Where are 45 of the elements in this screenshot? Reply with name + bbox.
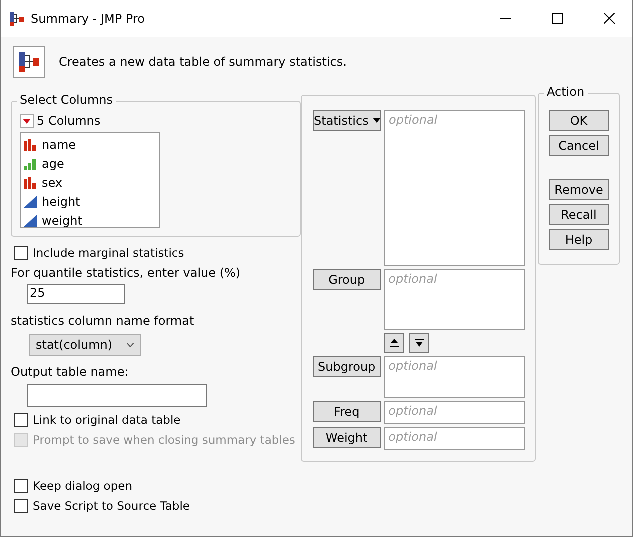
output-table-field[interactable] [27, 384, 207, 407]
window-title: Summary - JMP Pro [31, 12, 146, 26]
group-title: Action [544, 85, 588, 99]
role-button[interactable]: Weight [313, 427, 381, 448]
action-button[interactable]: Recall [549, 204, 609, 225]
action-button[interactable]: OK [549, 110, 609, 131]
column-item[interactable]: height [24, 192, 156, 211]
maximize-icon [552, 13, 562, 24]
move-up-icon [390, 339, 398, 347]
column-item[interactable]: sex [24, 173, 156, 192]
bar-chart-icon [24, 176, 37, 188]
column-item[interactable]: name [24, 135, 156, 154]
column-count: 5 Columns [37, 114, 101, 128]
role-button[interactable]: Subgroup [313, 356, 381, 377]
name-format-label: statistics column name format [11, 314, 196, 328]
checkbox-option[interactable]: Save Script to Source Table [11, 496, 190, 516]
output-table-label: Output table name: [11, 365, 130, 379]
caret-icon [372, 118, 380, 123]
quantile-field[interactable]: 25 [27, 284, 125, 304]
action-button[interactable]: Help [549, 229, 609, 250]
group-title: Select Columns [17, 93, 116, 107]
role-button[interactable]: Group [313, 269, 381, 290]
checkbox-option[interactable]: Keep dialog open [11, 476, 133, 496]
move-down-icon [414, 339, 424, 347]
triangle-icon [24, 196, 37, 208]
column-item[interactable]: weight [24, 211, 156, 230]
move-down-button[interactable] [409, 333, 429, 353]
app-icon [9, 10, 25, 26]
name-format-dropdown[interactable]: stat(column) [29, 334, 141, 356]
bar-chart-icon [24, 138, 37, 150]
checkbox-option[interactable]: Include marginal statistics [11, 243, 184, 263]
move-up-button[interactable] [384, 333, 404, 353]
checkbox-option[interactable]: Link to original data table [11, 410, 181, 430]
ascending-bars-icon [24, 158, 37, 170]
summary-diagram-icon [13, 46, 45, 78]
quantile-label: For quantile statistics, enter value (%) [11, 266, 242, 280]
dialog-description: Creates a new data table of summary statistics. [59, 55, 347, 69]
close-icon [604, 13, 614, 24]
column-item[interactable]: age [24, 154, 156, 173]
triangle-icon [24, 214, 37, 226]
role-button[interactable]: Statistics [313, 110, 381, 131]
role-button[interactable]: Freq [313, 401, 381, 422]
action-button[interactable]: Cancel [549, 135, 609, 156]
chevron-down-icon [127, 343, 134, 347]
action-button[interactable]: Remove [549, 179, 609, 200]
